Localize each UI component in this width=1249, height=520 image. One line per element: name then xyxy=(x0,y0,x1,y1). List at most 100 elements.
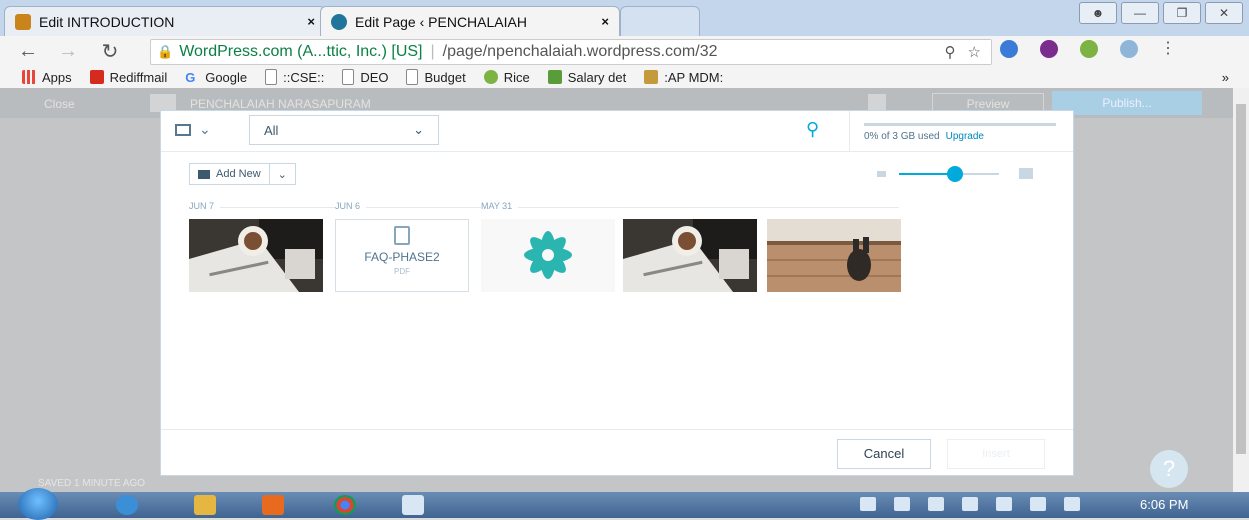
start-button[interactable] xyxy=(18,488,58,520)
folder-icon[interactable] xyxy=(194,495,216,515)
security-label: WordPress.com (A...ttic, Inc.) [US] xyxy=(179,43,423,60)
speaker-icon[interactable] xyxy=(1030,497,1046,511)
publish-button[interactable]: Publish... xyxy=(1052,91,1202,115)
clock: 6:06 PM xyxy=(1140,497,1189,512)
add-image-icon xyxy=(198,169,210,179)
close-tab-icon[interactable]: × xyxy=(307,14,315,29)
sync-extension-icon[interactable] xyxy=(1000,40,1018,58)
menu-icon[interactable]: ⋮ xyxy=(1160,40,1176,58)
back-icon[interactable]: ← xyxy=(14,40,42,63)
close-window-icon[interactable]: ✕ xyxy=(1205,2,1243,24)
media-modal-header: ⌄ All ⌄ ⚲ 0% of 3 GB used Upgrade xyxy=(161,111,1073,152)
help-icon[interactable]: ? xyxy=(1150,450,1188,488)
filter-select[interactable]: All ⌄ xyxy=(249,115,439,145)
date-header: MAY 31 xyxy=(481,201,519,211)
bookmark-salary[interactable]: Salary det xyxy=(547,70,626,85)
android-extension-icon[interactable] xyxy=(1080,40,1098,58)
media-type-dropdown[interactable]: ⌄ xyxy=(175,121,211,138)
table-phone-photo xyxy=(767,219,901,292)
bookmark-label: Google xyxy=(205,69,248,85)
keyboard-icon[interactable] xyxy=(860,497,876,511)
coffee-desk-photo xyxy=(189,219,323,292)
bookmarks-more[interactable]: » xyxy=(1222,70,1229,85)
google-icon: G xyxy=(185,70,196,85)
address-bar[interactable]: 🔒 WordPress.com (A...ttic, Inc.) [US] | … xyxy=(150,39,992,65)
browser-toolbar: ← → ↻ 🔒 WordPress.com (A...ttic, Inc.) [… xyxy=(0,36,1249,67)
mdm-icon xyxy=(644,70,659,84)
flag-icon[interactable] xyxy=(894,497,910,511)
bookmark-google[interactable]: G Google xyxy=(185,69,248,86)
storage-text: 0% of 3 GB used xyxy=(864,131,940,142)
bookmark-rediffmail[interactable]: Rediffmail xyxy=(89,70,167,85)
storage-text-row: 0% of 3 GB used Upgrade xyxy=(864,131,984,142)
bookmarks-bar: Apps Rediffmail G Google ::CSE:: DEO Budg… xyxy=(0,66,1249,88)
word-icon[interactable] xyxy=(402,495,424,515)
slider-handle[interactable] xyxy=(947,166,963,182)
m-icon xyxy=(15,13,31,30)
close-tab-icon[interactable]: × xyxy=(601,14,609,29)
insert-button[interactable]: Insert xyxy=(947,439,1045,469)
add-new-button[interactable]: Add New xyxy=(190,164,270,184)
media-item-teal-flower-logo[interactable] xyxy=(481,219,615,292)
file-name: FAQ-PHASE2 xyxy=(364,250,440,264)
scrollbar-thumb[interactable] xyxy=(1236,104,1246,454)
bookmark-cse[interactable]: ::CSE:: xyxy=(265,69,324,85)
media-item-coffee-desk-photo[interactable] xyxy=(189,219,323,292)
upgrade-link[interactable]: Upgrade xyxy=(946,131,984,142)
filter-value: All xyxy=(264,122,279,138)
cancel-button[interactable]: Cancel xyxy=(837,439,931,469)
date-header: JUN 6 xyxy=(335,201,367,211)
media-item-coffee-desk-photo[interactable] xyxy=(623,219,757,292)
media-modal-footer: Cancel Insert xyxy=(161,429,1073,476)
zoom-magnifier-icon[interactable]: ⚲ xyxy=(945,43,956,61)
teal-flower-logo xyxy=(524,231,572,279)
volume-icon[interactable] xyxy=(962,497,978,511)
network-icon[interactable] xyxy=(1064,497,1080,511)
bookmark-label: Rice xyxy=(503,69,530,85)
coffee-desk-photo xyxy=(623,219,757,292)
chevron-down-icon[interactable]: ⌄ xyxy=(270,168,295,181)
maximize-icon[interactable]: ❐ xyxy=(1163,2,1201,24)
tab-edit-introduction[interactable]: Edit INTRODUCTION × xyxy=(4,6,326,36)
bookmark-ap-mdm[interactable]: :AP MDM: xyxy=(644,70,723,85)
chrome-icon[interactable] xyxy=(334,495,356,515)
page-icon xyxy=(406,69,419,85)
bookmark-star-icon[interactable]: ☆ xyxy=(968,43,981,61)
window-controls: ☻ — ❐ ✕ xyxy=(1079,2,1243,24)
ime-icon[interactable] xyxy=(928,497,944,511)
page-scrollbar[interactable] xyxy=(1233,88,1249,492)
large-image-icon xyxy=(1019,168,1033,179)
media-item-pdf[interactable]: FAQ-PHASE2 PDF xyxy=(335,219,469,292)
close-editor-link[interactable]: Close xyxy=(44,97,75,111)
thumbnail-size-slider[interactable] xyxy=(877,166,1049,182)
bookmark-apps[interactable]: Apps xyxy=(22,70,72,85)
rediffmail-icon xyxy=(89,70,104,84)
reload-icon[interactable]: ↻ xyxy=(96,39,124,64)
bookmark-deo[interactable]: DEO xyxy=(342,69,388,85)
bookmark-budget[interactable]: Budget xyxy=(406,69,466,85)
search-icon[interactable]: ⚲ xyxy=(806,119,819,140)
bookmark-label: DEO xyxy=(360,69,389,85)
forward-icon[interactable]: → xyxy=(54,40,82,63)
monitor-icon[interactable] xyxy=(996,497,1012,511)
minimize-icon[interactable]: — xyxy=(1121,2,1159,24)
url-separator: | xyxy=(430,43,435,60)
bookmark-label: Apps xyxy=(42,69,72,85)
vpn-extension-icon[interactable] xyxy=(1040,40,1058,58)
tab-edit-page[interactable]: Edit Page ‹ PENCHALAIAH × xyxy=(320,6,620,36)
chevron-down-icon: ⌄ xyxy=(199,121,211,137)
new-tab-button[interactable] xyxy=(620,6,700,36)
bookmark-rice[interactable]: Rice xyxy=(483,69,530,85)
lock-icon: 🔒 xyxy=(157,44,174,59)
date-header: JUN 7 xyxy=(189,201,221,211)
media-player-icon[interactable] xyxy=(262,495,284,515)
internet-explorer-icon[interactable] xyxy=(116,495,138,515)
media-library-modal: ⌄ All ⌄ ⚲ 0% of 3 GB used Upgrade Add New… xyxy=(160,110,1074,476)
system-tray xyxy=(860,497,1080,511)
gear-icon[interactable] xyxy=(868,94,886,110)
media-item-table-phone-photo[interactable] xyxy=(767,219,901,292)
windows-taskbar: 6:06 PM xyxy=(0,488,1249,520)
user-icon[interactable]: ☻ xyxy=(1079,2,1117,24)
rice-icon xyxy=(483,70,498,84)
circle-extension-icon[interactable] xyxy=(1120,40,1138,58)
